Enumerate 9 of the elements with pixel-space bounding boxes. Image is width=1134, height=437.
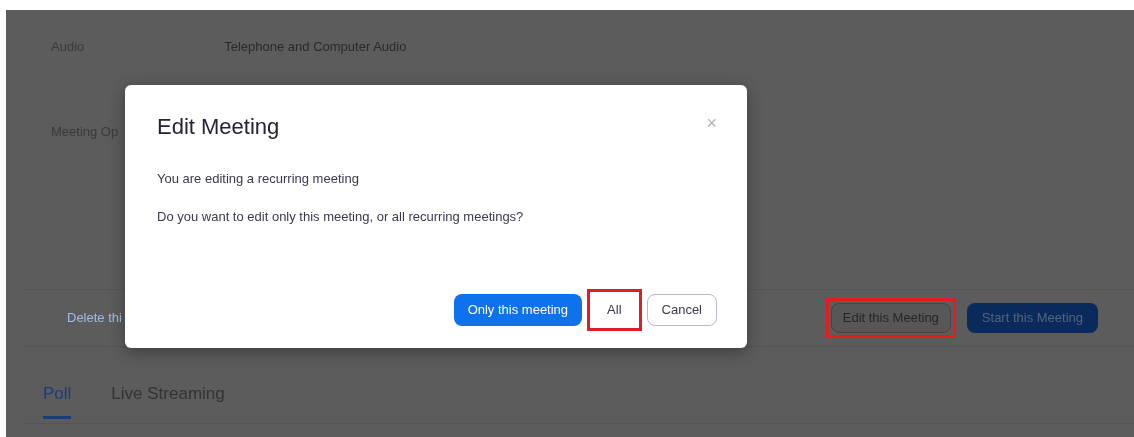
dialog-message: Do you want to edit only this meeting, or all recurring meetings? — [157, 207, 525, 226]
close-button[interactable]: × — [706, 113, 717, 133]
delete-link[interactable]: Delete thi — [67, 308, 122, 328]
tab[interactable]: Poll — [43, 381, 72, 419]
start-meeting-button[interactable]: Start this Meeting — [966, 303, 1098, 333]
only-this-meeting-button[interactable]: Only this meeting — [453, 294, 583, 326]
dialog-message: You are editing a recurring meeting — [157, 170, 360, 188]
dialog-button[interactable]: Cancel — [646, 294, 717, 326]
dialog-title: Edit Meeting — [157, 113, 280, 141]
